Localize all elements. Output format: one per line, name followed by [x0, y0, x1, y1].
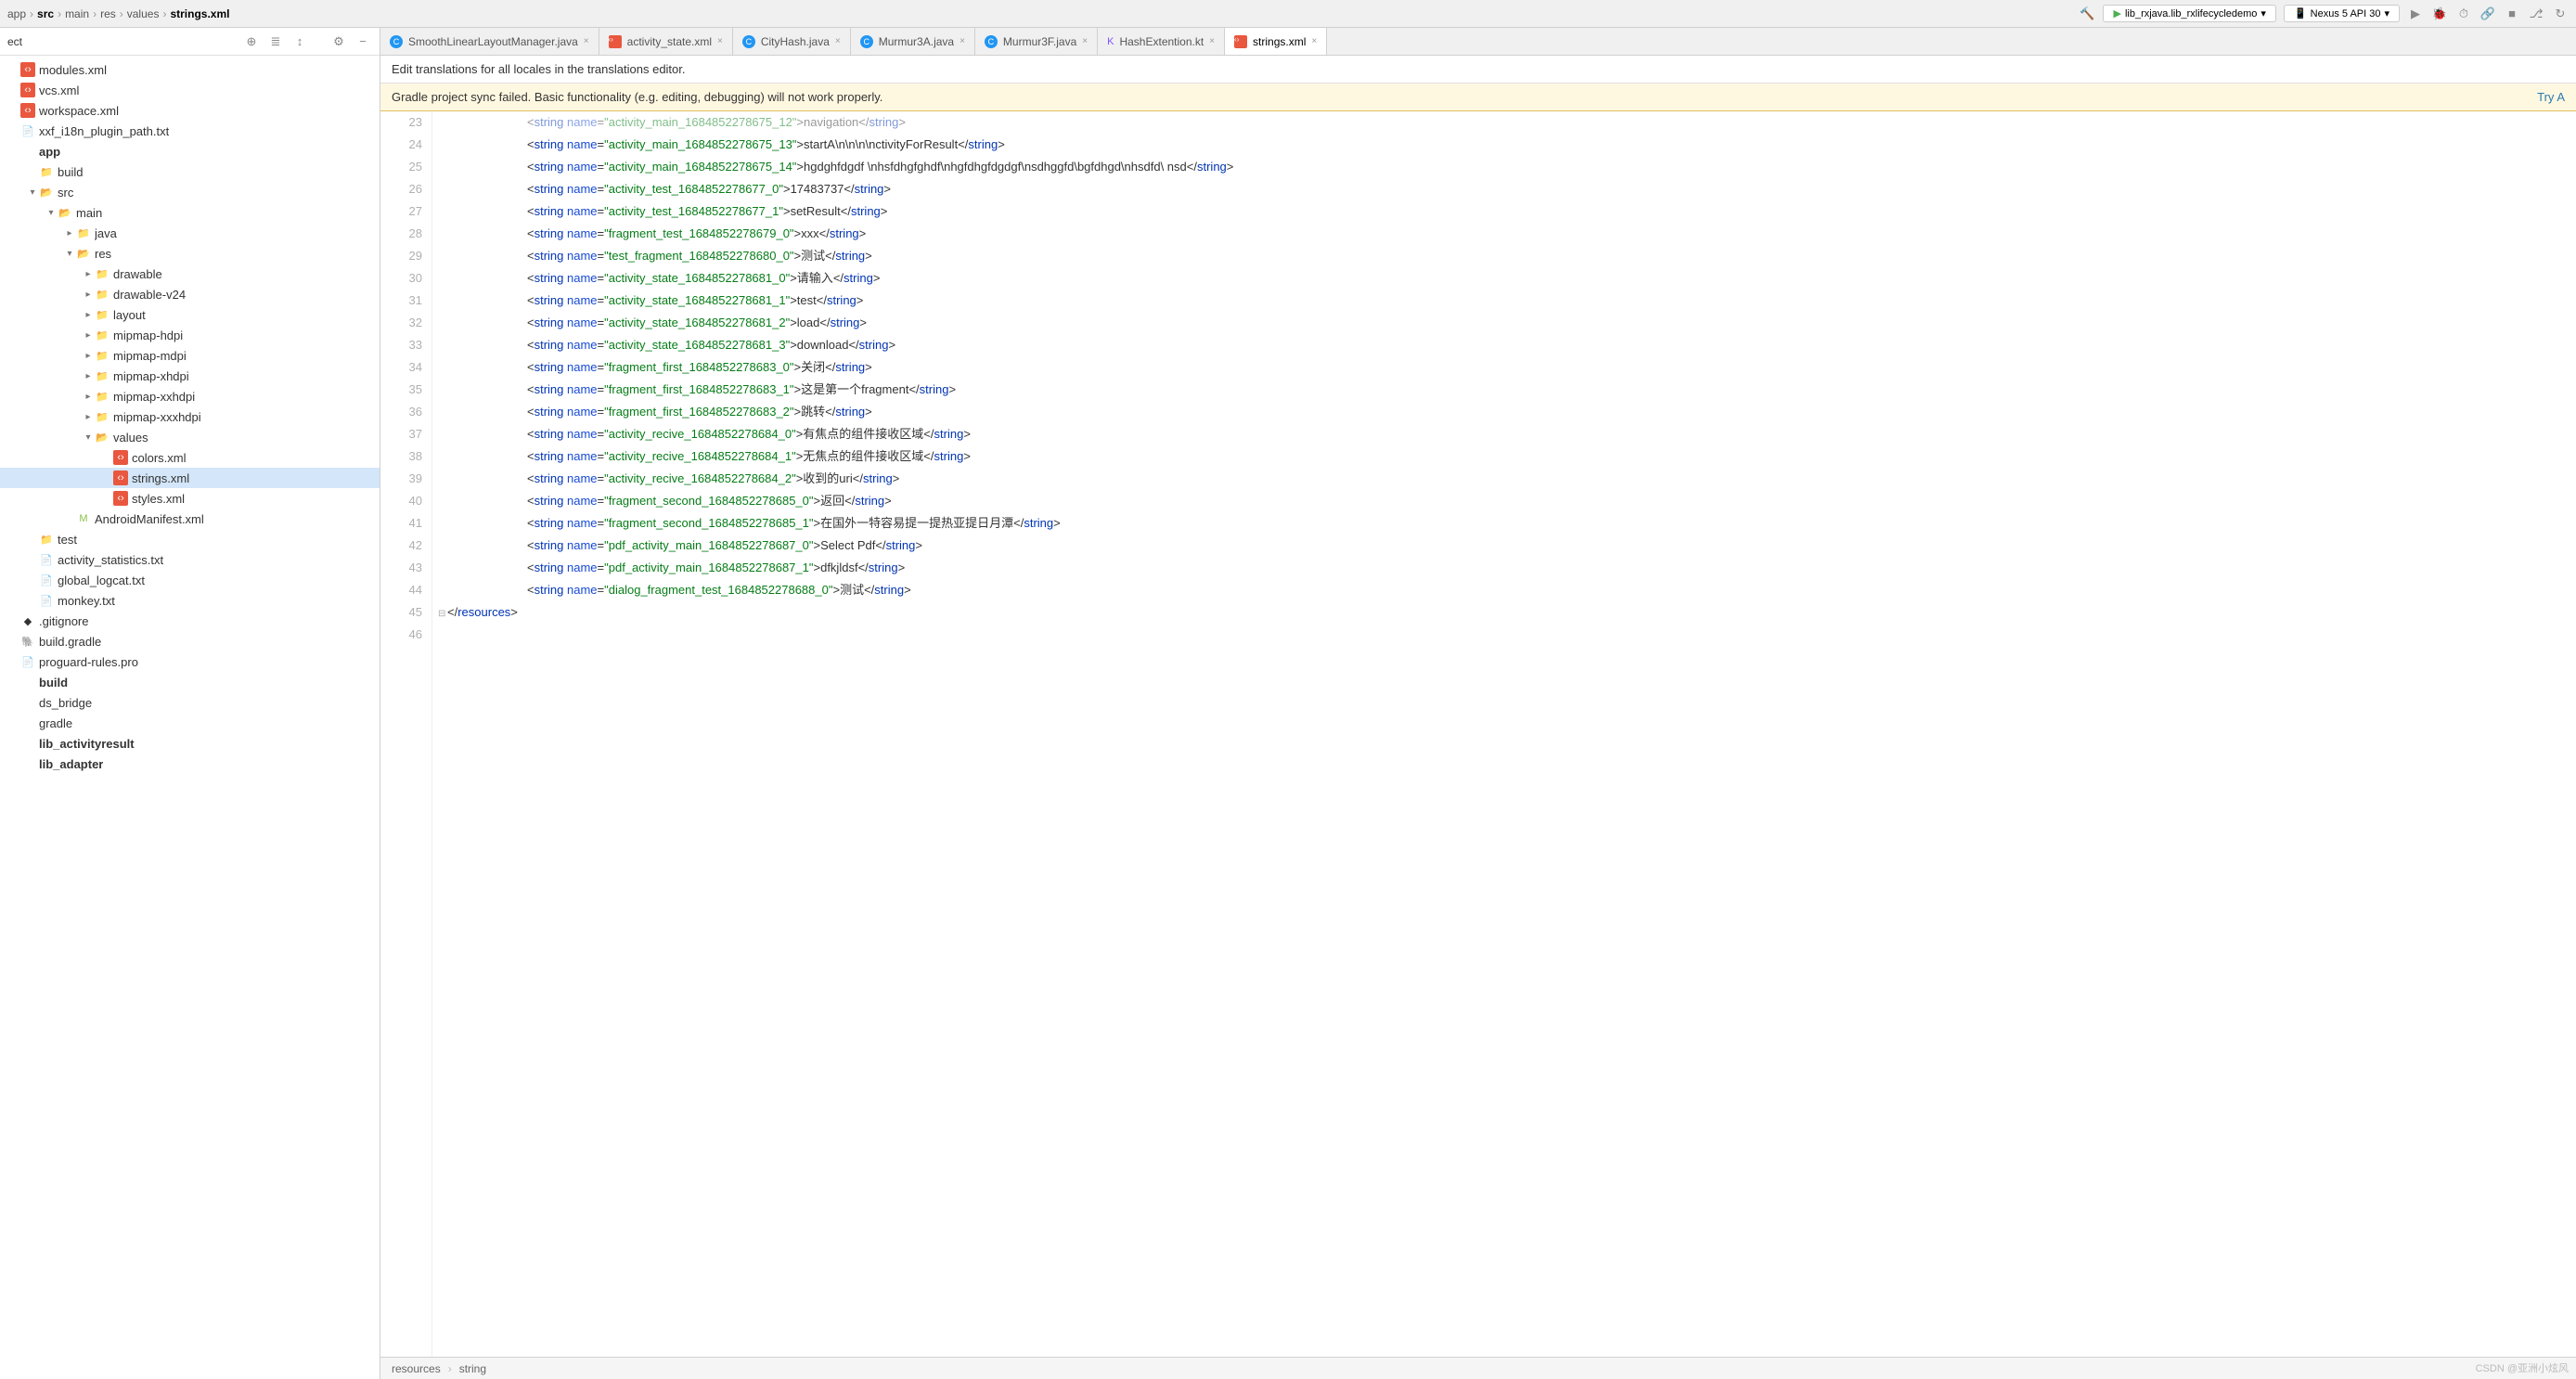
stop-icon[interactable]: ■ [2504, 6, 2520, 22]
code[interactable]: <string name="activity_main_168485227867… [432, 111, 2576, 1357]
tree-item[interactable]: lib_adapter [0, 754, 380, 774]
close-icon[interactable]: × [717, 36, 723, 46]
hammer-icon[interactable]: 🔨 [2079, 6, 2095, 22]
close-icon[interactable]: × [1209, 36, 1215, 46]
tree-item[interactable]: 📄activity_statistics.txt [0, 549, 380, 570]
tree-item[interactable]: ▾📂src [0, 182, 380, 202]
tree-item[interactable]: ▸📁mipmap-xxxhdpi [0, 406, 380, 427]
tree-item[interactable]: ‹›styles.xml [0, 488, 380, 509]
status-crumb[interactable]: string [459, 1362, 486, 1375]
close-icon[interactable]: × [960, 36, 965, 46]
file-tree: ‹›modules.xml‹›vcs.xml‹›workspace.xml📄xx… [0, 56, 380, 1379]
tree-item[interactable]: ▾📂main [0, 202, 380, 223]
breadcrumb-item[interactable]: values [127, 7, 160, 20]
tree-item[interactable]: 📁build [0, 161, 380, 182]
info-text: Edit translations for all locales in the… [392, 62, 686, 76]
project-sidebar: ect ⊕ ≣ ↕ ⚙ − ‹›modules.xml‹›vcs.xml‹›wo… [0, 28, 380, 1379]
tree-item[interactable]: ◆.gitignore [0, 611, 380, 631]
breadcrumb: app›src›main›res›values›strings.xml [7, 7, 229, 20]
tree-item[interactable]: 📄proguard-rules.pro [0, 651, 380, 672]
sync-icon[interactable]: ↻ [2552, 6, 2569, 22]
close-icon[interactable]: × [1082, 36, 1088, 46]
project-label: ect [7, 35, 237, 48]
tree-item[interactable]: 📄xxf_i18n_plugin_path.txt [0, 121, 380, 141]
git-icon[interactable]: ⎇ [2528, 6, 2544, 22]
debug-icon[interactable]: 🐞 [2431, 6, 2448, 22]
tree-item[interactable]: ▸📁mipmap-mdpi [0, 345, 380, 366]
run-icon[interactable]: ▶ [2407, 6, 2424, 22]
tree-item[interactable]: ds_bridge [0, 692, 380, 713]
editor-panel: CSmoothLinearLayoutManager.java×‹›activi… [380, 28, 2576, 1379]
editor-tab[interactable]: ‹›activity_state.xml× [599, 28, 733, 55]
breadcrumb-item[interactable]: src [37, 7, 54, 20]
attach-icon[interactable]: 🔗 [2479, 6, 2496, 22]
tree-item[interactable]: ▾📂res [0, 243, 380, 264]
tree-item[interactable]: ▸📁drawable-v24 [0, 284, 380, 304]
settings-icon[interactable]: ⚙ [329, 32, 348, 51]
tree-item[interactable]: 📄monkey.txt [0, 590, 380, 611]
editor-tab[interactable]: CMurmur3F.java× [975, 28, 1098, 55]
editor-tabs: CSmoothLinearLayoutManager.java×‹›activi… [380, 28, 2576, 56]
top-toolbar: app›src›main›res›values›strings.xml 🔨 ▶ … [0, 0, 2576, 28]
tree-item[interactable]: ▸📁mipmap-xxhdpi [0, 386, 380, 406]
profile-icon[interactable]: ⏱ [2455, 6, 2472, 22]
close-icon[interactable]: × [835, 36, 841, 46]
tree-item[interactable]: ▸📁drawable [0, 264, 380, 284]
tree-item[interactable]: ‹›vcs.xml [0, 80, 380, 100]
tree-item[interactable]: 📁test [0, 529, 380, 549]
tree-item[interactable]: build [0, 672, 380, 692]
editor-tab[interactable]: ‹›strings.xml× [1225, 28, 1327, 55]
collapse-icon[interactable]: ≣ [266, 32, 285, 51]
tree-item[interactable]: ▸📁layout [0, 304, 380, 325]
breadcrumb-item[interactable]: main [65, 7, 89, 20]
tree-item[interactable]: app [0, 141, 380, 161]
tree-item[interactable]: 📄global_logcat.txt [0, 570, 380, 590]
tree-item[interactable]: ‹›colors.xml [0, 447, 380, 468]
info-bar: Edit translations for all locales in the… [380, 56, 2576, 84]
breadcrumb-item[interactable]: res [100, 7, 116, 20]
hide-icon[interactable]: − [354, 32, 372, 51]
try-again-link[interactable]: Try A [2537, 90, 2565, 104]
status-crumb[interactable]: resources [392, 1362, 441, 1375]
editor-tab[interactable]: CSmoothLinearLayoutManager.java× [380, 28, 599, 55]
editor-status-bar: resources›string [380, 1357, 2576, 1379]
tree-item[interactable]: ▸📁java [0, 223, 380, 243]
tree-item[interactable]: gradle [0, 713, 380, 733]
tree-item[interactable]: lib_activityresult [0, 733, 380, 754]
run-config-dropdown[interactable]: ▶ lib_rxjava.lib_rxlifecycledemo ▾ [2103, 5, 2275, 22]
tree-item[interactable]: ▸📁mipmap-hdpi [0, 325, 380, 345]
breadcrumb-item[interactable]: app [7, 7, 26, 20]
close-icon[interactable]: × [1311, 36, 1317, 46]
gutter: 2324252627282930313233343536373839404142… [380, 111, 432, 1357]
sidebar-toolbar: ect ⊕ ≣ ↕ ⚙ − [0, 28, 380, 56]
tree-item[interactable]: ‹›strings.xml [0, 468, 380, 488]
code-editor[interactable]: 2324252627282930313233343536373839404142… [380, 111, 2576, 1357]
editor-tab[interactable]: CCityHash.java× [733, 28, 851, 55]
tree-item[interactable]: 🐘build.gradle [0, 631, 380, 651]
expand-icon[interactable]: ↕ [290, 32, 309, 51]
tree-item[interactable]: MAndroidManifest.xml [0, 509, 380, 529]
close-icon[interactable]: × [584, 36, 589, 46]
breadcrumb-item[interactable]: strings.xml [170, 7, 229, 20]
warning-text: Gradle project sync failed. Basic functi… [392, 90, 882, 104]
watermark: CSDN @亚洲小炫风 [2476, 1360, 2569, 1375]
editor-tab[interactable]: KHashExtention.kt× [1098, 28, 1225, 55]
tree-item[interactable]: ▸📁mipmap-xhdpi [0, 366, 380, 386]
device-dropdown[interactable]: 📱 Nexus 5 API 30 ▾ [2284, 5, 2400, 22]
tree-item[interactable]: ‹›modules.xml [0, 59, 380, 80]
crosshair-icon[interactable]: ⊕ [242, 32, 261, 51]
tree-item[interactable]: ▾📂values [0, 427, 380, 447]
tree-item[interactable]: ‹›workspace.xml [0, 100, 380, 121]
editor-tab[interactable]: CMurmur3A.java× [851, 28, 975, 55]
ide-root: app›src›main›res›values›strings.xml 🔨 ▶ … [0, 0, 2576, 1379]
warning-bar: Gradle project sync failed. Basic functi… [380, 84, 2576, 111]
